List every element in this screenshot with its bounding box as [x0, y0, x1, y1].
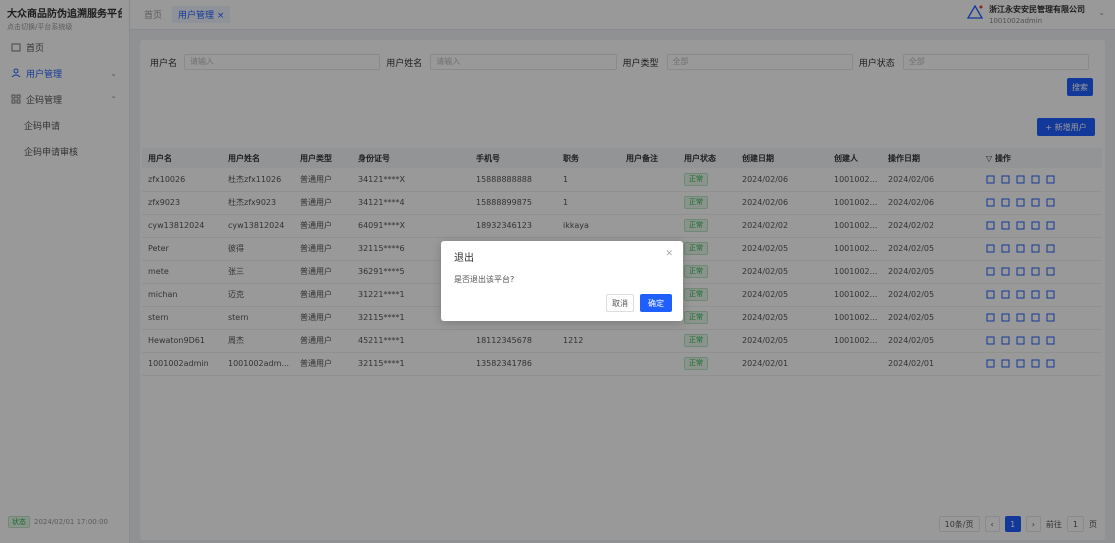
cancel-button[interactable]: 取消 [606, 294, 634, 312]
close-icon[interactable]: ✕ [665, 249, 673, 259]
logout-dialog: 退出 ✕ 是否退出该平台? 取消 确定 [441, 241, 683, 321]
dialog-title: 退出 [454, 253, 474, 264]
dialog-message: 是否退出该平台? [454, 275, 515, 284]
confirm-button[interactable]: 确定 [640, 294, 672, 312]
